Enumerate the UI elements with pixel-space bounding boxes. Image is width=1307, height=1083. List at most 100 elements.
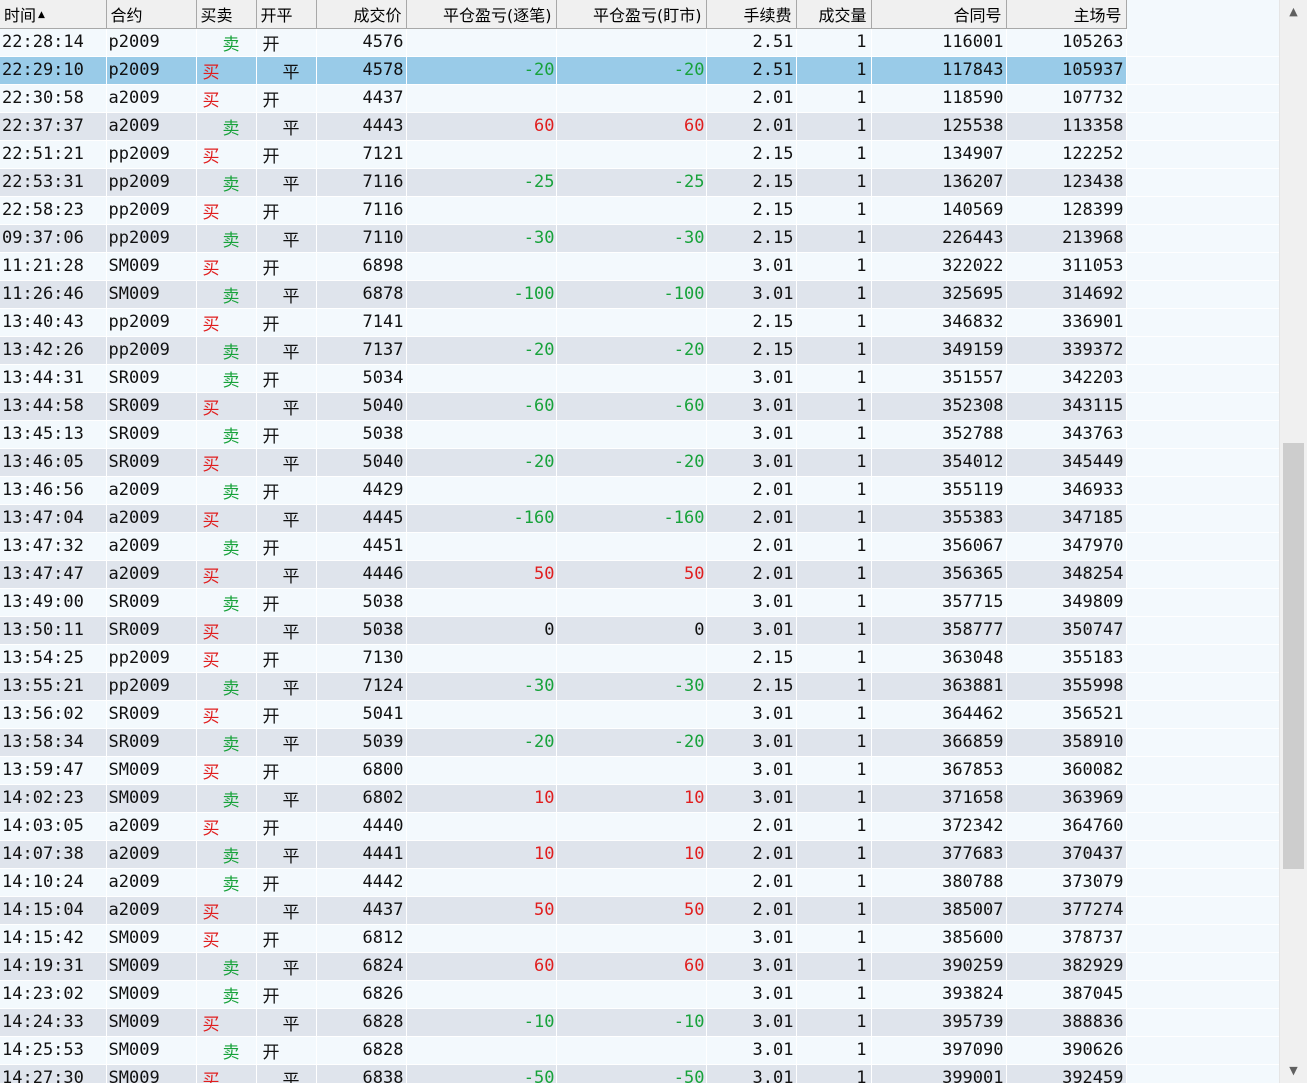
- cell-quantity: 1: [796, 756, 872, 785]
- cell-buy-sell: 买: [196, 504, 257, 533]
- table-row[interactable]: 13:42:26 pp2009 卖平 7137 -20 -20 2.15 1 349159 339…: [0, 336, 1279, 365]
- column-header-contract-number[interactable]: 合同号: [871, 0, 1007, 29]
- table-row[interactable]: 22:28:14 p2009 卖开 4576 2.51 1 116001 105263: [0, 28, 1279, 57]
- table-row[interactable]: 13:46:56 a2009 卖开 4429 2.01 1 355119 346933: [0, 476, 1279, 505]
- table-row[interactable]: 09:37:06 pp2009 卖平 7110 -30 -30 2.15 1 226443 213…: [0, 224, 1279, 253]
- column-header-contract[interactable]: 合约: [106, 0, 197, 29]
- cell-close-pnl-trade: [406, 476, 557, 505]
- cell-open-close: 开: [256, 700, 317, 729]
- scroll-up-arrow-icon[interactable]: ▲: [1280, 2, 1307, 22]
- vertical-scrollbar[interactable]: ▲ ▼: [1279, 0, 1307, 1083]
- table-row[interactable]: 14:07:38 a2009 卖平 4441 10 10 2.01 1 377683 370437: [0, 840, 1279, 869]
- table-row[interactable]: 13:59:47 SM009 买开 6800 3.01 1 367853 360082: [0, 756, 1279, 785]
- cell-time: 13:49:00: [0, 588, 107, 617]
- cell-contract: SM009: [106, 252, 197, 281]
- cell-contract: SR009: [106, 364, 197, 393]
- table-row[interactable]: 22:58:23 pp2009 买开 7116 2.15 1 140569 128399: [0, 196, 1279, 225]
- row-filler: [1126, 728, 1279, 757]
- cell-close-pnl-mark: [556, 84, 707, 113]
- cell-close-pnl-trade: 10: [406, 784, 557, 813]
- table-row[interactable]: 14:23:02 SM009 卖开 6826 3.01 1 393824 387045: [0, 980, 1279, 1009]
- table-row[interactable]: 22:51:21 pp2009 买开 7121 2.15 1 134907 122252: [0, 140, 1279, 169]
- cell-quantity: 1: [796, 112, 872, 141]
- cell-close-pnl-trade: -20: [406, 336, 557, 365]
- scroll-thumb[interactable]: [1283, 443, 1304, 869]
- cell-exchange-number: 355183: [1006, 644, 1127, 673]
- table-row[interactable]: 14:15:04 a2009 买平 4437 50 50 2.01 1 385007 377274: [0, 896, 1279, 925]
- column-header-time[interactable]: 时间 ▲: [0, 0, 107, 29]
- column-header-close-pnl-mark[interactable]: 平仓盈亏(盯市): [556, 0, 707, 29]
- table-row[interactable]: 14:25:53 SM009 卖开 6828 3.01 1 397090 390626: [0, 1036, 1279, 1065]
- table-row[interactable]: 14:27:30 SM009 买平 6838 -50 -50 3.01 1 399001 3924…: [0, 1064, 1279, 1083]
- cell-close-pnl-trade: [406, 644, 557, 673]
- table-row[interactable]: 13:44:31 SR009 卖开 5034 3.01 1 351557 342203: [0, 364, 1279, 393]
- column-header-price[interactable]: 成交价: [316, 0, 407, 29]
- table-row[interactable]: 22:37:37 a2009 卖平 4443 60 60 2.01 1 125538 113358: [0, 112, 1279, 141]
- cell-contract: SM009: [106, 1064, 197, 1083]
- cell-buy-sell: 卖: [196, 476, 257, 505]
- table-row[interactable]: 13:55:21 pp2009 卖平 7124 -30 -30 2.15 1 363881 355…: [0, 672, 1279, 701]
- table-row[interactable]: 13:56:02 SR009 买开 5041 3.01 1 364462 356521: [0, 700, 1279, 729]
- cell-close-pnl-mark: [556, 476, 707, 505]
- table-row[interactable]: 13:45:13 SR009 卖开 5038 3.01 1 352788 343763: [0, 420, 1279, 449]
- cell-contract-number: 352308: [871, 392, 1007, 421]
- scroll-down-arrow-icon[interactable]: ▼: [1280, 1061, 1307, 1081]
- table-row[interactable]: 14:02:23 SM009 卖平 6802 10 10 3.01 1 371658 363969: [0, 784, 1279, 813]
- cell-buy-sell: 买: [196, 644, 257, 673]
- cell-contract-number: 349159: [871, 336, 1007, 365]
- column-header-open-close[interactable]: 开平: [256, 0, 317, 29]
- cell-close-pnl-trade: [406, 588, 557, 617]
- row-filler: [1126, 84, 1279, 113]
- cell-close-pnl-trade: [406, 84, 557, 113]
- trade-records-grid[interactable]: 时间 ▲ 合约 买卖 开平 成交价 平仓盈亏(逐笔) 平仓盈亏(盯市) 手续费 成…: [0, 0, 1279, 1083]
- cell-time: 13:44:58: [0, 392, 107, 421]
- table-row[interactable]: 11:26:46 SM009 卖平 6878 -100 -100 3.01 1 325695 31…: [0, 280, 1279, 309]
- cell-fee: 3.01: [706, 756, 797, 785]
- cell-buy-sell: 卖: [196, 1036, 257, 1065]
- cell-open-close: 平: [256, 392, 317, 421]
- cell-close-pnl-mark: -20: [556, 336, 707, 365]
- cell-quantity: 1: [796, 168, 872, 197]
- column-header-fee[interactable]: 手续费: [706, 0, 797, 29]
- table-row[interactable]: 14:24:33 SM009 买平 6828 -10 -10 3.01 1 395739 3888…: [0, 1008, 1279, 1037]
- column-header-close-pnl-trade[interactable]: 平仓盈亏(逐笔): [406, 0, 557, 29]
- cell-fee: 3.01: [706, 448, 797, 477]
- column-header-exchange-number[interactable]: 主场号: [1006, 0, 1127, 29]
- cell-exchange-number: 382929: [1006, 952, 1127, 981]
- cell-close-pnl-mark: 60: [556, 952, 707, 981]
- cell-open-close: 开: [256, 476, 317, 505]
- row-filler: [1126, 952, 1279, 981]
- cell-open-close: 平: [256, 280, 317, 309]
- cell-price: 7110: [316, 224, 407, 253]
- table-row[interactable]: 13:54:25 pp2009 买开 7130 2.15 1 363048 355183: [0, 644, 1279, 673]
- table-row[interactable]: 13:50:11 SR009 买平 5038 0 0 3.01 1 358777 350747: [0, 616, 1279, 645]
- table-row[interactable]: 22:53:31 pp2009 卖平 7116 -25 -25 2.15 1 136207 123…: [0, 168, 1279, 197]
- table-row[interactable]: 13:44:58 SR009 买平 5040 -60 -60 3.01 1 352308 3431…: [0, 392, 1279, 421]
- cell-close-pnl-trade: -30: [406, 672, 557, 701]
- column-header-buy-sell[interactable]: 买卖: [196, 0, 257, 29]
- cell-time: 13:56:02: [0, 700, 107, 729]
- cell-quantity: 1: [796, 392, 872, 421]
- table-row[interactable]: 11:21:28 SM009 买开 6898 3.01 1 322022 311053: [0, 252, 1279, 281]
- table-row[interactable]: 22:29:10 p2009 买平 4578 -20 -20 2.51 1 117843 1059…: [0, 56, 1279, 85]
- table-row[interactable]: 14:15:42 SM009 买开 6812 3.01 1 385600 378737: [0, 924, 1279, 953]
- table-row[interactable]: 13:47:04 a2009 买平 4445 -160 -160 2.01 1 355383 34…: [0, 504, 1279, 533]
- cell-quantity: 1: [796, 476, 872, 505]
- table-row[interactable]: 13:49:00 SR009 卖开 5038 3.01 1 357715 349809: [0, 588, 1279, 617]
- table-row[interactable]: 13:46:05 SR009 买平 5040 -20 -20 3.01 1 354012 3454…: [0, 448, 1279, 477]
- cell-fee: 3.01: [706, 280, 797, 309]
- table-row[interactable]: 13:47:47 a2009 买平 4446 50 50 2.01 1 356365 348254: [0, 560, 1279, 589]
- cell-contract: pp2009: [106, 644, 197, 673]
- table-row[interactable]: 13:47:32 a2009 卖开 4451 2.01 1 356067 347970: [0, 532, 1279, 561]
- table-row[interactable]: 14:03:05 a2009 买开 4440 2.01 1 372342 364760: [0, 812, 1279, 841]
- table-row[interactable]: 14:10:24 a2009 卖开 4442 2.01 1 380788 373079: [0, 868, 1279, 897]
- table-row[interactable]: 13:40:43 pp2009 买开 7141 2.15 1 346832 336901: [0, 308, 1279, 337]
- table-row[interactable]: 13:58:34 SR009 卖平 5039 -20 -20 3.01 1 366859 3589…: [0, 728, 1279, 757]
- column-header-quantity[interactable]: 成交量: [796, 0, 872, 29]
- cell-contract: a2009: [106, 868, 197, 897]
- table-row[interactable]: 22:30:58 a2009 买开 4437 2.01 1 118590 107732: [0, 84, 1279, 113]
- cell-time: 14:27:30: [0, 1064, 107, 1083]
- cell-close-pnl-mark: -30: [556, 224, 707, 253]
- table-row[interactable]: 14:19:31 SM009 卖平 6824 60 60 3.01 1 390259 382929: [0, 952, 1279, 981]
- cell-exchange-number: 347970: [1006, 532, 1127, 561]
